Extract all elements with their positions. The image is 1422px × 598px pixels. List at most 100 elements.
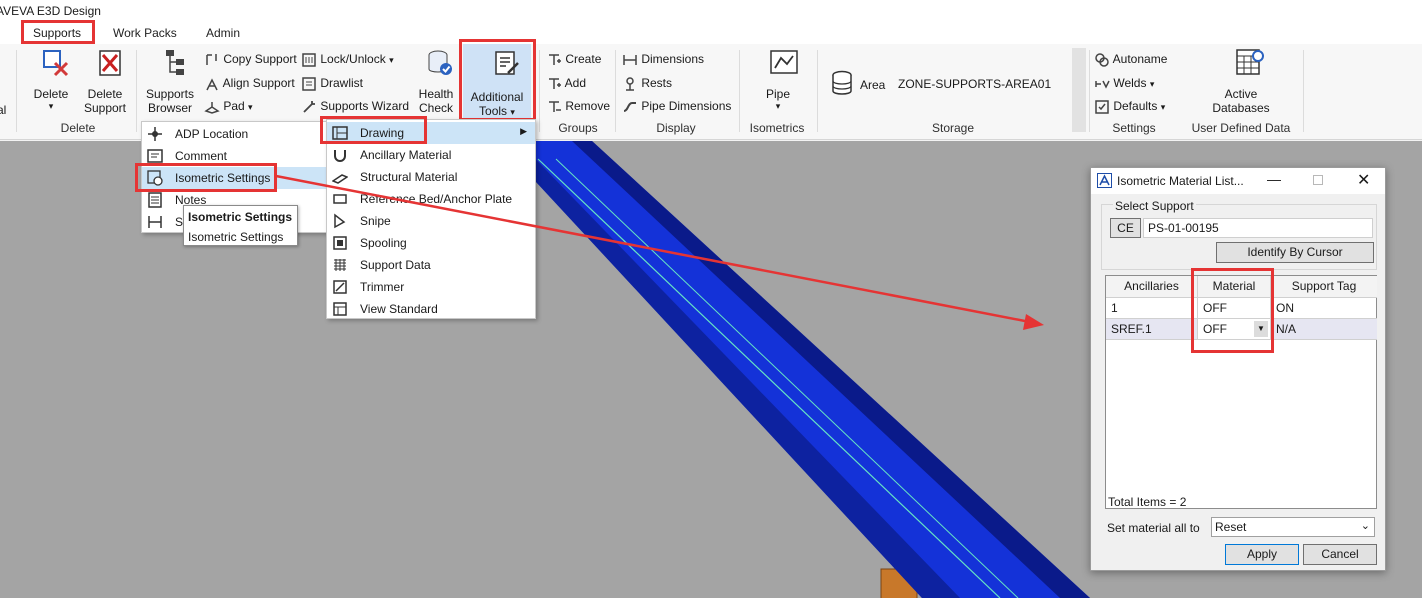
pipe-shade — [498, 141, 960, 598]
spool-icon — [148, 216, 162, 228]
delete-support-icon — [99, 50, 121, 76]
defaults-label: Defaults — [1113, 99, 1158, 114]
autoname-button[interactable]: Autoname — [1094, 52, 1174, 72]
crosshair-icon — [148, 127, 162, 141]
chevron-down-icon: ⌄ — [1360, 520, 1370, 532]
welds-icon — [1095, 80, 1110, 89]
groups-add-button[interactable]: Add — [546, 76, 610, 96]
select-support-label: Select Support — [1113, 199, 1196, 213]
menu-item-adp-location[interactable]: ADP Location — [142, 123, 330, 145]
supports-browser-button[interactable]: Supports Browser — [142, 48, 198, 118]
isometric-pipe-icon — [769, 50, 798, 74]
menu-item-label: Snipe — [360, 214, 391, 228]
menu-item-snipe[interactable]: Snipe — [327, 210, 535, 232]
defaults-button[interactable]: Defaults ▾ — [1094, 99, 1174, 119]
pipe-isometric-button[interactable]: Pipe ▾ — [752, 48, 804, 118]
trimmer-icon — [333, 280, 347, 294]
align-support-icon — [206, 78, 218, 91]
pipe-dimensions-button[interactable]: Pipe Dimensions — [622, 99, 734, 119]
close-button[interactable]: ✕ — [1357, 170, 1370, 190]
welds-label: Welds — [1113, 76, 1147, 91]
set-material-select[interactable]: Reset ⌄ — [1211, 517, 1375, 537]
health-check-button[interactable]: Health Check — [414, 48, 458, 118]
wand-icon — [303, 101, 315, 113]
supports-browser-label-1: Supports — [145, 87, 195, 101]
menu-item-reference-bed[interactable]: Reference Bed/Anchor Plate — [327, 188, 535, 210]
health-check-icon — [428, 50, 452, 75]
supports-browser-label-2: Browser — [147, 101, 192, 115]
pipe-label: Pipe — [765, 87, 791, 101]
menu-item-trimmer[interactable]: Trimmer — [327, 276, 535, 298]
snipe-icon — [334, 213, 346, 229]
table-cell-support-tag[interactable]: ON — [1271, 298, 1377, 319]
rests-label: Rests — [641, 76, 673, 91]
beam-icon — [332, 174, 348, 184]
maximize-button[interactable] — [1313, 175, 1323, 185]
magnet-icon — [334, 150, 346, 162]
tab-work-packs[interactable]: Work Packs — [113, 26, 177, 40]
view-standard-icon — [333, 302, 347, 316]
table-cell-support-tag[interactable]: N/A — [1271, 319, 1377, 340]
menu-item-structural-material[interactable]: Structural Material — [327, 166, 535, 188]
menu-item-label: Ancillary Material — [360, 148, 452, 162]
group-label-delete: Delete — [60, 121, 96, 135]
menu-item-spooling[interactable]: Spooling — [327, 232, 535, 254]
dimensions-label: Dimensions — [641, 52, 705, 67]
tooltip: Isometric Settings Isometric Settings — [183, 205, 298, 246]
supports-wizard-label: Supports Wizard — [320, 99, 410, 114]
groups-remove-button[interactable]: Remove — [546, 99, 612, 119]
separator — [1303, 50, 1304, 132]
menu-item-view-standard[interactable]: View Standard — [327, 298, 535, 320]
menu-item-support-data[interactable]: Support Data — [327, 254, 535, 276]
minimize-button[interactable]: — — [1267, 171, 1281, 187]
pipe-dimensions-label: Pipe Dimensions — [641, 99, 732, 114]
cancel-button[interactable]: Cancel — [1303, 544, 1377, 565]
health-check-label-1: Health — [418, 87, 454, 101]
group-label-isometrics: Isometrics — [749, 121, 805, 135]
support-value: PS-01-00195 — [1148, 221, 1219, 235]
dimensions-button[interactable]: Dimensions — [622, 52, 712, 72]
ribbon-scroll-handle[interactable] — [1072, 48, 1086, 132]
app-icon — [1097, 173, 1112, 188]
rests-button[interactable]: Rests — [622, 76, 682, 96]
welds-button[interactable]: Welds ▾ — [1094, 76, 1164, 96]
delete-button[interactable]: Delete ▾ — [27, 48, 75, 118]
menu-item-label: Structural Material — [360, 170, 458, 184]
lock-unlock-button[interactable]: Lock/Unlock ▾ — [301, 52, 403, 72]
delete-support-button[interactable]: Delete Support — [80, 48, 130, 118]
copy-support-label: Copy Support — [223, 52, 297, 67]
table-cell-ancillary[interactable]: 1 — [1106, 298, 1198, 319]
defaults-icon — [1095, 100, 1109, 114]
column-header-support-tag[interactable]: Support Tag — [1271, 276, 1377, 298]
apply-button[interactable]: Apply — [1225, 544, 1299, 565]
copy-support-button[interactable]: Copy Support — [204, 52, 300, 72]
highlight-tab-supports — [21, 20, 95, 44]
create-icon — [549, 54, 561, 65]
align-support-label: Align Support — [222, 76, 295, 91]
column-header-ancillaries[interactable]: Ancillaries — [1106, 276, 1198, 298]
title-bar: AVEVA E3D Design — [0, 0, 1422, 22]
align-support-button[interactable]: Align Support — [204, 76, 300, 96]
area-select[interactable]: ZONE-SUPPORTS-AREA01 ▾ — [892, 74, 1086, 94]
chevron-down-icon: ▾ — [775, 101, 781, 111]
groups-create-button[interactable]: Create — [546, 52, 610, 72]
active-databases-button[interactable]: Active Databases — [1208, 48, 1274, 118]
menu-item-label: View Standard — [360, 302, 438, 316]
separator — [539, 50, 540, 132]
support-field[interactable]: PS-01-00195 — [1143, 218, 1373, 238]
groups-create-label: Create — [565, 52, 602, 67]
group-label-user-defined-data: User Defined Data — [1191, 121, 1291, 135]
app-title: AVEVA E3D Design — [0, 4, 101, 18]
delete-icon — [42, 50, 68, 77]
drawlist-button[interactable]: Drawlist — [301, 76, 371, 96]
ce-button[interactable]: CE — [1110, 218, 1141, 238]
menu-item-ancillary-material[interactable]: Ancillary Material — [327, 144, 535, 166]
table-cell-ancillary[interactable]: SREF.1 — [1106, 319, 1198, 340]
tab-admin[interactable]: Admin — [206, 26, 240, 40]
health-check-label-2: Check — [418, 101, 453, 115]
dimensions-icon — [623, 55, 637, 65]
groups-add-label: Add — [564, 76, 587, 91]
identify-by-cursor-button[interactable]: Identify By Cursor — [1216, 242, 1374, 263]
pad-button[interactable]: Pad ▾ — [204, 99, 264, 119]
pipe-centerline — [537, 158, 1001, 598]
